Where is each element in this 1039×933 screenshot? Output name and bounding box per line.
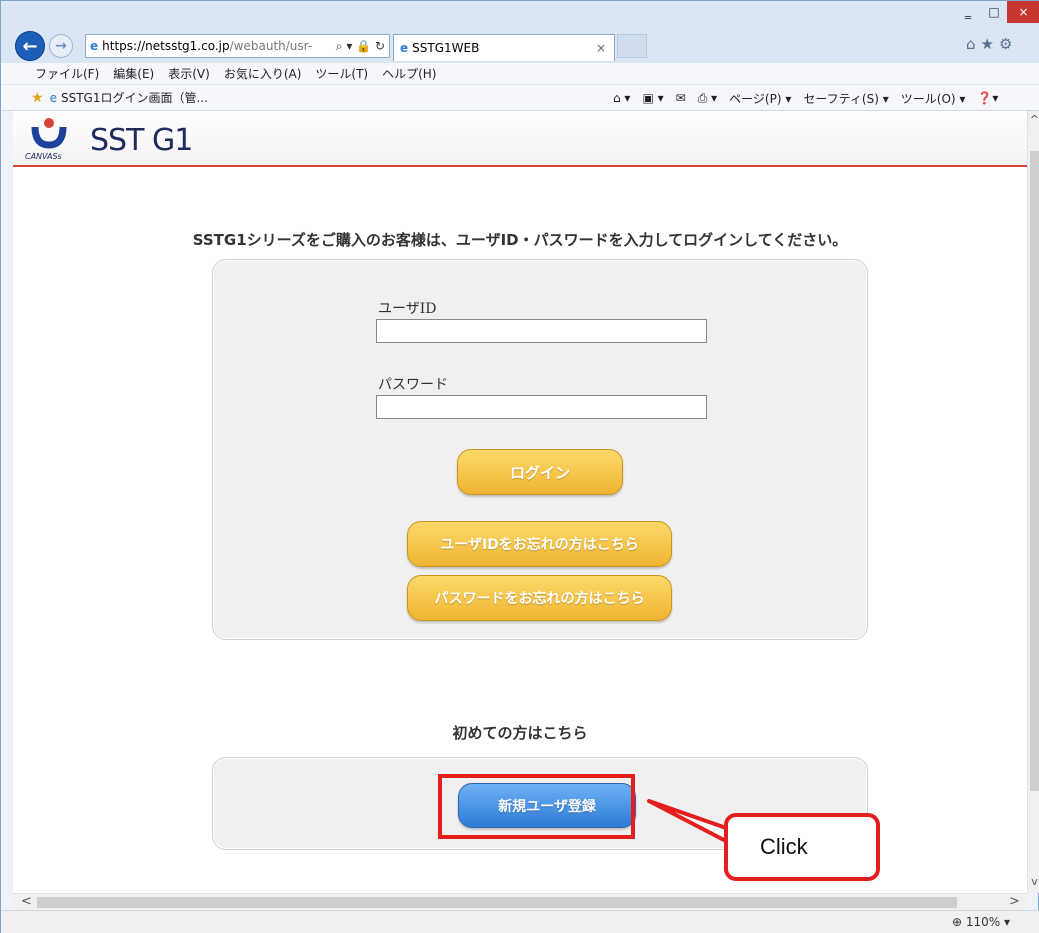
menu-tools[interactable]: ツール(T) bbox=[315, 65, 368, 82]
logo-subtext: CANVASs bbox=[25, 152, 62, 161]
password-label: パスワード bbox=[378, 377, 448, 393]
command-bar: ⌂ ▾ ▣ ▾ ✉ ⎙ ▾ ページ(P) ▾ セーフティ(S) ▾ ツール(O)… bbox=[613, 87, 1010, 109]
page-viewport: CANVASs SST G1 SSTG1シリーズをご購入のお客様は、ユーザID・… bbox=[13, 111, 1027, 893]
mail-icon[interactable]: ✉ bbox=[676, 91, 686, 105]
feeds-icon[interactable]: ▣ ▾ bbox=[642, 91, 663, 105]
cmd-tools[interactable]: ツール(O) ▾ bbox=[901, 90, 966, 107]
site-header: CANVASs SST G1 bbox=[13, 111, 1027, 167]
address-tools-icon[interactable]: ⌕ ▾ 🔒 ↻ bbox=[336, 39, 389, 54]
title-bar: ← → e https://netsstg1.co.jp /webauth/us… bbox=[1, 1, 1039, 63]
menu-view[interactable]: 表示(V) bbox=[168, 65, 210, 82]
vertical-scroll-thumb[interactable] bbox=[1030, 151, 1039, 791]
menu-help[interactable]: ヘルプ(H) bbox=[382, 65, 436, 82]
ie-icon: e bbox=[400, 41, 409, 55]
maximize-button[interactable]: □ bbox=[981, 1, 1007, 23]
horizontal-scroll-thumb[interactable] bbox=[37, 897, 957, 908]
ie-icon: e bbox=[90, 39, 99, 53]
first-time-heading: 初めての方はこちら bbox=[452, 724, 588, 742]
brand-title: SST G1 bbox=[90, 123, 193, 158]
scroll-up-icon[interactable]: ^ bbox=[1028, 113, 1039, 126]
close-button[interactable]: × bbox=[1007, 1, 1039, 23]
page-icon: e bbox=[49, 90, 57, 105]
zoom-control[interactable]: ⊕ 110% ▾ bbox=[952, 915, 1010, 929]
forgot-userid-button[interactable]: ユーザIDをお忘れの方はこちら bbox=[407, 521, 672, 567]
menu-edit[interactable]: 編集(E) bbox=[113, 65, 154, 82]
tab-sstg1web[interactable]: e SSTG1WEB × bbox=[393, 34, 615, 61]
favorites-star-icon[interactable]: ★ bbox=[31, 90, 44, 106]
scroll-left-icon[interactable]: < bbox=[21, 894, 32, 909]
login-panel: ユーザID パスワード ログイン ユーザIDをお忘れの方はこちら パスワードをお… bbox=[212, 259, 868, 640]
menu-file[interactable]: ファイル(F) bbox=[35, 65, 99, 82]
url-host: https://netsstg1.co.jp bbox=[102, 39, 230, 53]
url-path: /webauth/usr- bbox=[229, 39, 313, 53]
login-button[interactable]: ログイン bbox=[457, 449, 623, 495]
intro-text: SSTG1シリーズをご購入のお客様は、ユーザID・パスワードを入力してログインし… bbox=[192, 231, 848, 249]
userid-label: ユーザID bbox=[378, 301, 437, 317]
vertical-scrollbar[interactable]: ^ v bbox=[1027, 111, 1039, 893]
browser-window: ← → e https://netsstg1.co.jp /webauth/us… bbox=[0, 0, 1039, 933]
highlight-box bbox=[438, 774, 635, 839]
scroll-down-icon[interactable]: v bbox=[1028, 875, 1039, 888]
horizontal-scrollbar[interactable]: < > bbox=[13, 893, 1027, 910]
help-icon[interactable]: ❓▾ bbox=[977, 91, 998, 105]
tab-close-icon[interactable]: × bbox=[596, 41, 606, 55]
cmd-safety[interactable]: セーフティ(S) ▾ bbox=[803, 90, 888, 107]
click-callout: Click bbox=[724, 813, 880, 881]
userid-input[interactable] bbox=[376, 319, 707, 343]
home-favorites-settings-icons[interactable]: ⌂★⚙ bbox=[966, 35, 1017, 53]
menu-bar: ファイル(F) 編集(E) 表示(V) お気に入り(A) ツール(T) ヘルプ(… bbox=[1, 63, 1039, 85]
cmd-page[interactable]: ページ(P) ▾ bbox=[729, 90, 791, 107]
canvass-logo-icon: CANVASs bbox=[25, 118, 67, 161]
password-input[interactable] bbox=[376, 395, 707, 419]
tab-title: SSTG1WEB bbox=[412, 41, 480, 55]
favorite-link[interactable]: SSTG1ログイン画面（管... bbox=[61, 89, 208, 106]
zoom-level: 110% bbox=[965, 915, 1001, 929]
status-bar: ⊕ 110% ▾ bbox=[1, 910, 1039, 933]
print-icon[interactable]: ⎙ ▾ bbox=[698, 91, 717, 106]
minimize-button[interactable]: ‗ bbox=[955, 1, 981, 23]
scroll-right-icon[interactable]: > bbox=[1009, 894, 1020, 909]
new-tab-button[interactable] bbox=[617, 34, 647, 58]
back-button[interactable]: ← bbox=[15, 31, 45, 61]
menu-favorites[interactable]: お気に入り(A) bbox=[224, 65, 302, 82]
forgot-password-button[interactable]: パスワードをお忘れの方はこちら bbox=[407, 575, 672, 621]
home-icon[interactable]: ⌂ ▾ bbox=[613, 91, 630, 105]
address-bar[interactable]: e https://netsstg1.co.jp /webauth/usr- ⌕… bbox=[85, 34, 390, 58]
forward-button[interactable]: → bbox=[49, 34, 73, 58]
